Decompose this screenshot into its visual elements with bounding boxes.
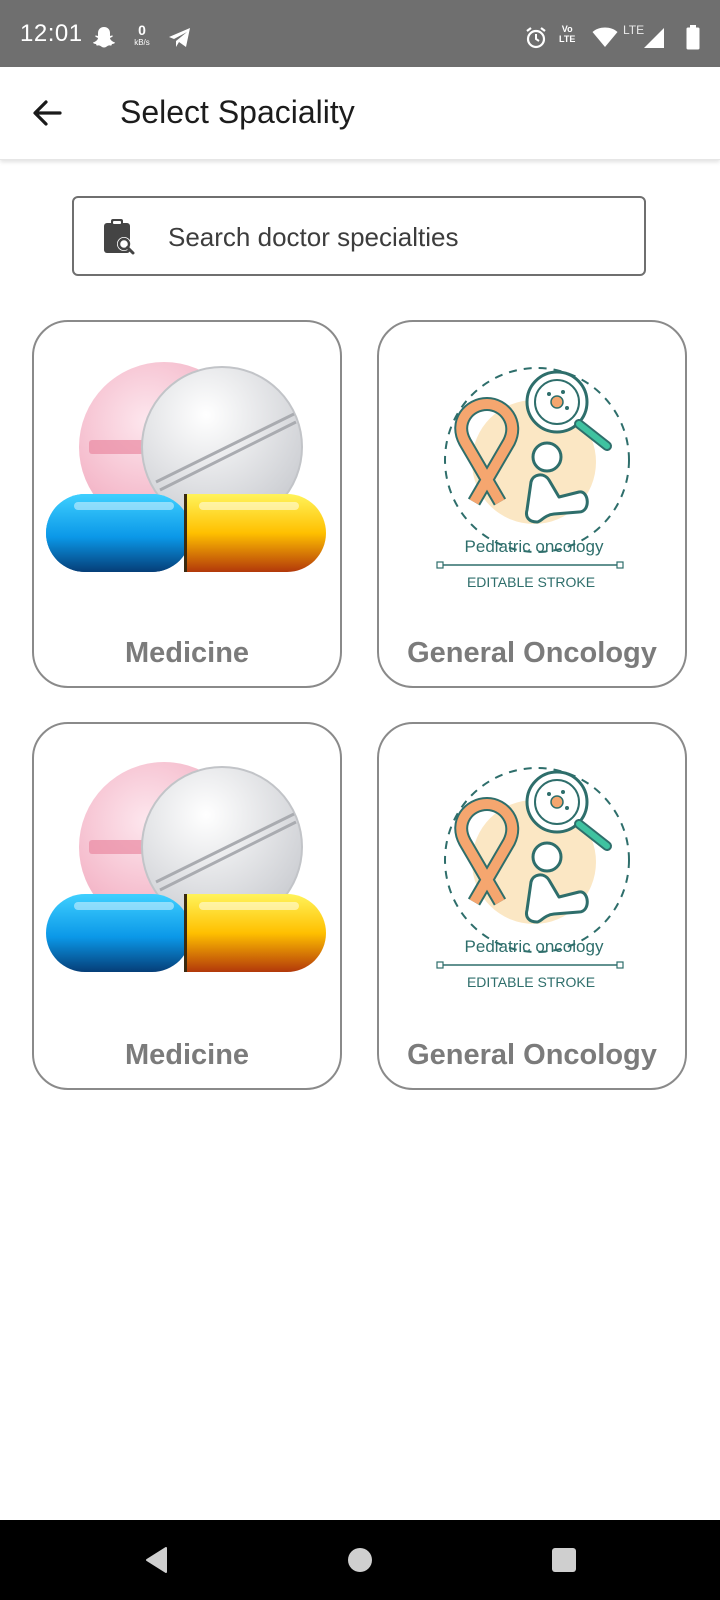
oncology-image-caption: Pediatric oncology [465, 937, 604, 956]
specialty-label: Medicine [124, 637, 250, 669]
oncology-image-caption: Pediatric oncology [465, 537, 604, 556]
specialty-card-medicine[interactable]: Medicine [32, 320, 342, 688]
volte-icon: Vo LTE [559, 24, 575, 44]
app-bar: Select Spaciality [0, 67, 720, 160]
page-title: Select Spaciality [120, 94, 355, 130]
specialty-card-medicine[interactable]: Medicine [32, 722, 342, 1090]
network-speed-unit: kB/s [134, 38, 150, 47]
system-nav-bar [0, 1520, 720, 1600]
pediatric-oncology-image: Pediatric oncology EDITABLE STROKE [436, 367, 630, 590]
pediatric-oncology-image: Pediatric oncology EDITABLE STROKE [436, 767, 630, 990]
back-arrow-icon[interactable] [28, 93, 68, 133]
pills-capsule-image [46, 362, 326, 572]
specialty-card-general-oncology[interactable]: Pediatric oncology EDITABLE STROKE Gener… [377, 722, 687, 1090]
telegram-icon [169, 28, 190, 47]
specialty-label: General Oncology [407, 637, 657, 669]
status-time: 12:01 [20, 20, 83, 47]
oncology-image-subcaption: EDITABLE STROKE [467, 974, 595, 990]
status-bar: 12:01 0 kB/s Vo LTE LTE [0, 0, 720, 67]
alarm-icon [526, 27, 546, 49]
network-speed: 0 kB/s [130, 23, 154, 47]
home-circle-icon[interactable] [342, 1542, 378, 1578]
wifi-icon [592, 27, 618, 47]
pills-capsule-image [46, 762, 326, 972]
recents-square-icon[interactable] [546, 1542, 582, 1578]
lte-label: LTE [623, 23, 645, 37]
search-box[interactable] [72, 196, 646, 276]
back-triangle-icon[interactable] [140, 1542, 176, 1578]
volte-top-text: Vo [561, 24, 573, 34]
volte-bottom-text: LTE [559, 34, 576, 44]
snapchat-icon [93, 27, 115, 48]
specialty-label: Medicine [124, 1039, 250, 1071]
specialty-card-general-oncology[interactable]: Pediatric oncology EDITABLE STROKE Gener… [377, 320, 687, 688]
oncology-image-subcaption: EDITABLE STROKE [467, 574, 595, 590]
specialty-label: General Oncology [407, 1039, 657, 1071]
search-input[interactable] [166, 214, 630, 260]
battery-icon [686, 25, 700, 50]
signal-icon [644, 28, 664, 48]
network-speed-value: 0 [138, 22, 146, 38]
clipboard-search-icon [104, 219, 135, 255]
